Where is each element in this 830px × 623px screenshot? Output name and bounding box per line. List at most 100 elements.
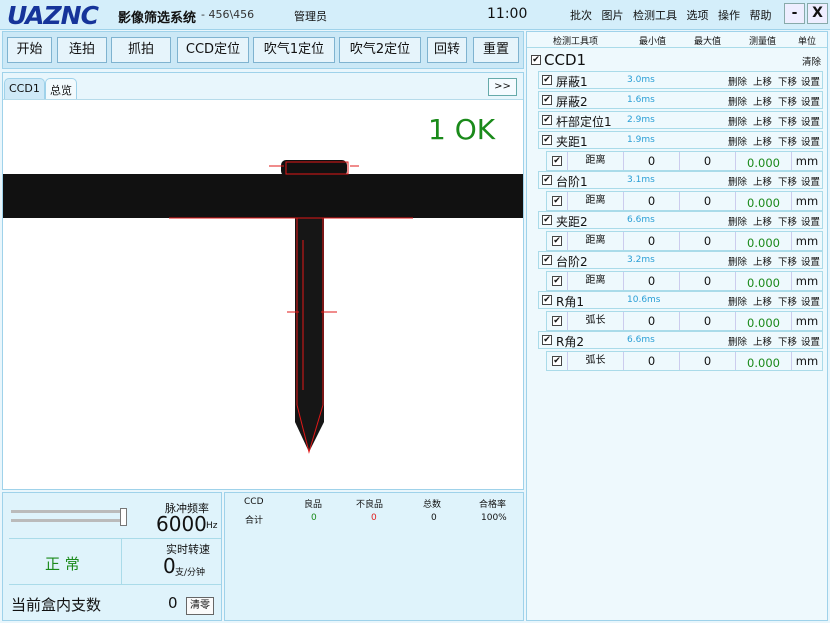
measure-checkbox[interactable]: ✔ — [552, 356, 562, 366]
reset-button[interactable]: 重置 — [473, 37, 519, 63]
tool-time: 6.6ms — [627, 335, 655, 345]
tool-checkbox[interactable]: ✔ — [542, 75, 552, 85]
ccd-locate-button[interactable]: CCD定位 — [177, 37, 249, 63]
menu-options[interactable]: 选项 — [687, 9, 709, 22]
tool-row[interactable]: ✔ 屏蔽1 3.0ms 删除 上移 下移 设置 — [538, 71, 823, 89]
measure-min[interactable]: 0 — [623, 312, 679, 330]
tool-row[interactable]: ✔ 夹距1 1.9ms 删除 上移 下移 设置 — [538, 131, 823, 149]
settings-link[interactable]: 设置 — [801, 134, 820, 148]
settings-link[interactable]: 设置 — [801, 334, 820, 348]
tab-more-button[interactable]: >> — [488, 78, 517, 96]
pulse-slider[interactable] — [11, 508, 129, 526]
move-down-link[interactable]: 下移 — [778, 74, 797, 88]
tool-row[interactable]: ✔ 杆部定位1 2.9ms 删除 上移 下移 设置 — [538, 111, 823, 129]
tool-checkbox[interactable]: ✔ — [542, 255, 552, 265]
delete-link[interactable]: 删除 — [728, 134, 747, 148]
tool-row[interactable]: ✔ 夹距2 6.6ms 删除 上移 下移 设置 — [538, 211, 823, 229]
delete-link[interactable]: 删除 — [728, 94, 747, 108]
measure-max[interactable]: 0 — [679, 272, 735, 290]
settings-link[interactable]: 设置 — [801, 254, 820, 268]
ccd1-checkbox[interactable]: ✔ — [531, 55, 541, 65]
measure-min[interactable]: 0 — [623, 152, 679, 170]
move-down-link[interactable]: 下移 — [778, 94, 797, 108]
burst-shot-button[interactable]: 连拍 — [57, 37, 107, 63]
tool-row[interactable]: ✔ R角2 6.6ms 删除 上移 下移 设置 — [538, 331, 823, 349]
move-down-link[interactable]: 下移 — [778, 114, 797, 128]
measure-max[interactable]: 0 — [679, 352, 735, 370]
measure-checkbox[interactable]: ✔ — [552, 236, 562, 246]
delete-link[interactable]: 删除 — [728, 74, 747, 88]
settings-link[interactable]: 设置 — [801, 174, 820, 188]
move-up-link[interactable]: 上移 — [753, 94, 772, 108]
delete-link[interactable]: 删除 — [728, 294, 747, 308]
measure-checkbox[interactable]: ✔ — [552, 316, 562, 326]
move-up-link[interactable]: 上移 — [753, 134, 772, 148]
minimize-button[interactable]: - — [784, 3, 805, 24]
capture-button[interactable]: 抓拍 — [111, 37, 171, 63]
measure-min[interactable]: 0 — [623, 192, 679, 210]
move-up-link[interactable]: 上移 — [753, 114, 772, 128]
measure-max[interactable]: 0 — [679, 312, 735, 330]
settings-link[interactable]: 设置 — [801, 74, 820, 88]
settings-link[interactable]: 设置 — [801, 94, 820, 108]
settings-link[interactable]: 设置 — [801, 294, 820, 308]
move-down-link[interactable]: 下移 — [778, 214, 797, 228]
move-up-link[interactable]: 上移 — [753, 334, 772, 348]
tool-row[interactable]: ✔ 台阶1 3.1ms 删除 上移 下移 设置 — [538, 171, 823, 189]
start-button[interactable]: 开始 — [7, 37, 52, 63]
measure-max[interactable]: 0 — [679, 192, 735, 210]
measure-max[interactable]: 0 — [679, 232, 735, 250]
move-up-link[interactable]: 上移 — [753, 214, 772, 228]
measure-min[interactable]: 0 — [623, 232, 679, 250]
delete-link[interactable]: 删除 — [728, 254, 747, 268]
tool-row[interactable]: ✔ 屏蔽2 1.6ms 删除 上移 下移 设置 — [538, 91, 823, 109]
move-down-link[interactable]: 下移 — [778, 294, 797, 308]
tool-name: 夹距2 — [556, 215, 588, 229]
menu-operation[interactable]: 操作 — [718, 9, 740, 22]
measure-checkbox[interactable]: ✔ — [552, 276, 562, 286]
tool-checkbox[interactable]: ✔ — [542, 95, 552, 105]
move-down-link[interactable]: 下移 — [778, 134, 797, 148]
col-bad: 不良品 — [356, 500, 384, 510]
menu-image[interactable]: 图片 — [602, 9, 624, 22]
menu-inspection-tools[interactable]: 检测工具 — [633, 9, 677, 22]
measure-min[interactable]: 0 — [623, 352, 679, 370]
menu-batch[interactable]: 批次 — [570, 9, 592, 22]
delete-link[interactable]: 删除 — [728, 334, 747, 348]
tool-row[interactable]: ✔ 台阶2 3.2ms 删除 上移 下移 设置 — [538, 251, 823, 269]
menu-help[interactable]: 帮助 — [750, 9, 772, 22]
tab-overview[interactable]: 总览 — [45, 78, 77, 99]
tool-checkbox[interactable]: ✔ — [542, 115, 552, 125]
move-down-link[interactable]: 下移 — [778, 254, 797, 268]
clear-count-button[interactable]: 清零 — [186, 597, 214, 615]
tab-ccd1[interactable]: CCD1 — [4, 78, 45, 99]
measure-checkbox[interactable]: ✔ — [552, 156, 562, 166]
measure-max[interactable]: 0 — [679, 152, 735, 170]
measure-min[interactable]: 0 — [623, 272, 679, 290]
settings-link[interactable]: 设置 — [801, 214, 820, 228]
blow1-locate-button[interactable]: 吹气1定位 — [253, 37, 335, 63]
move-down-link[interactable]: 下移 — [778, 334, 797, 348]
delete-link[interactable]: 删除 — [728, 214, 747, 228]
tool-checkbox[interactable]: ✔ — [542, 135, 552, 145]
clear-tools-button[interactable]: 清除 — [802, 54, 821, 68]
move-up-link[interactable]: 上移 — [753, 174, 772, 188]
app-name: 影像筛选系统 — [118, 11, 197, 26]
move-down-link[interactable]: 下移 — [778, 174, 797, 188]
tool-checkbox[interactable]: ✔ — [542, 295, 552, 305]
move-up-link[interactable]: 上移 — [753, 254, 772, 268]
delete-link[interactable]: 删除 — [728, 174, 747, 188]
settings-link[interactable]: 设置 — [801, 114, 820, 128]
move-up-link[interactable]: 上移 — [753, 294, 772, 308]
tool-row[interactable]: ✔ R角1 10.6ms 删除 上移 下移 设置 — [538, 291, 823, 309]
close-button[interactable]: X — [807, 3, 828, 24]
delete-link[interactable]: 删除 — [728, 114, 747, 128]
move-up-link[interactable]: 上移 — [753, 74, 772, 88]
tool-checkbox[interactable]: ✔ — [542, 215, 552, 225]
rotate-button[interactable]: 回转 — [427, 37, 467, 63]
blow2-locate-button[interactable]: 吹气2定位 — [339, 37, 421, 63]
measure-checkbox[interactable]: ✔ — [552, 196, 562, 206]
tool-checkbox[interactable]: ✔ — [542, 175, 552, 185]
tool-checkbox[interactable]: ✔ — [542, 335, 552, 345]
slider-handle[interactable] — [119, 508, 127, 526]
